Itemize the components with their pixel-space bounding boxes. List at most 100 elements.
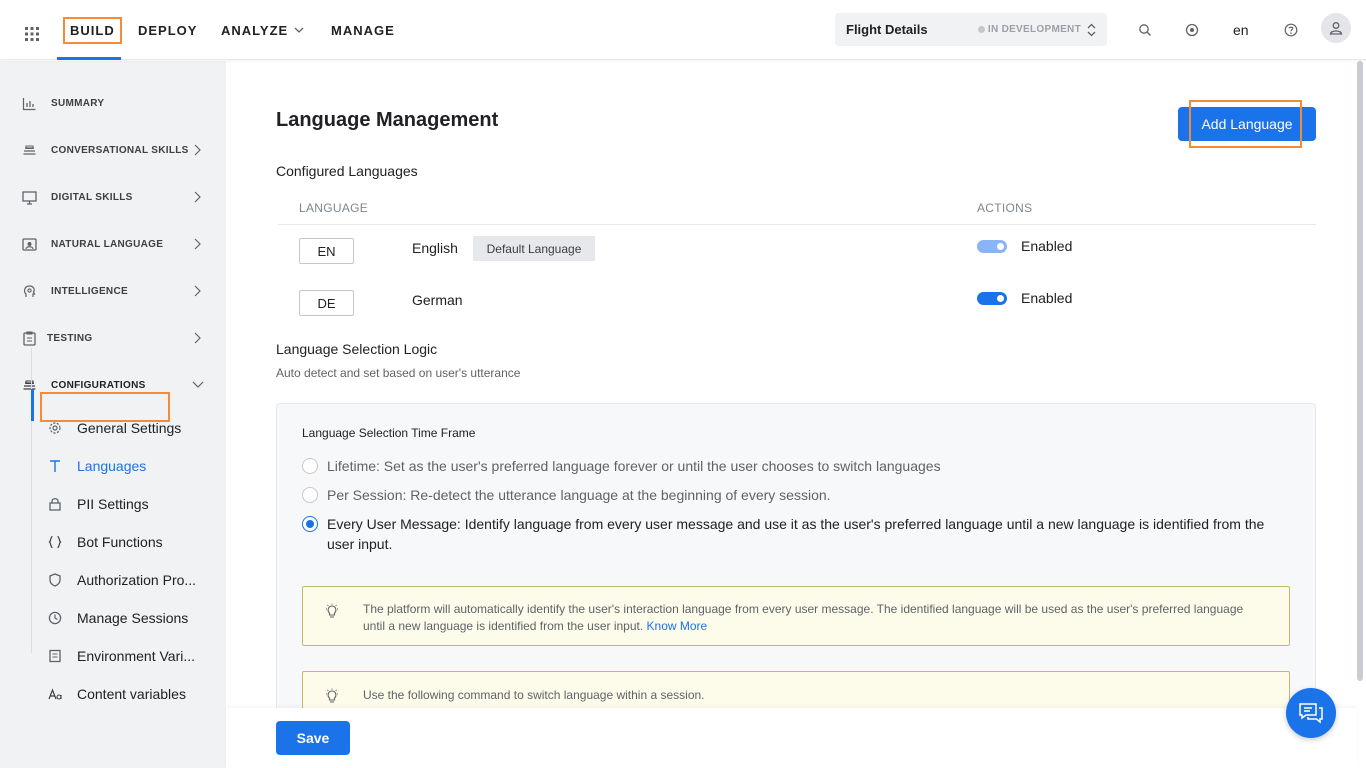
toggle-knob [997,295,1004,302]
chat-button[interactable] [1286,688,1336,738]
configured-languages-title: Configured Languages [276,163,418,179]
save-button[interactable]: Save [276,721,350,755]
chevron-right-icon [194,332,201,344]
sidebar-item-manage-sessions[interactable]: Manage Sessions [40,603,226,633]
sort-chevron-icon [1087,23,1096,36]
search-icon[interactable] [1138,23,1152,37]
sidebar-item-conversational-skills[interactable]: CONVERSATIONAL SKILLS [0,135,226,165]
avatar[interactable] [1321,13,1351,43]
apps-grid-icon[interactable] [25,27,39,41]
lock-icon [49,498,61,511]
page-title: Language Management [276,109,499,131]
nav-manage[interactable]: MANAGE [331,0,395,60]
sidebar-item-pii-settings[interactable]: PII Settings [40,489,226,519]
radio-lifetime[interactable] [302,458,318,474]
user-icon [1329,22,1343,35]
language-code-badge: EN [299,238,354,264]
document-icon [49,649,61,663]
toggle-status-label: Enabled [1021,290,1073,306]
footer-bar [226,708,1357,768]
shield-icon [49,573,61,587]
language-toggle-german[interactable] [977,292,1007,305]
chevron-right-icon [194,191,201,203]
nav-build[interactable]: BUILD [63,0,122,60]
sidebar-item-label: Authorization Pro... [77,572,197,588]
scrollbar[interactable] [1357,61,1363,681]
sidebar-item-summary[interactable]: SUMMARY [0,88,226,118]
time-frame-card [276,403,1316,713]
language-code-badge: DE [299,290,354,316]
status-dot [977,26,985,33]
brain-icon [23,285,36,297]
highlight-box [40,392,170,422]
chevron-down-icon [294,27,304,33]
sidebar-item-label: Content variables [77,686,186,702]
note-text: Use the following command to switch lang… [363,688,705,702]
default-language-badge: Default Language [473,236,595,261]
sidebar-item-label: CONFIGURATIONS [51,380,146,391]
sidebar-item-testing[interactable]: TESTING [0,323,226,353]
font-icon [48,688,62,700]
active-item-indicator [31,389,34,421]
time-frame-title: Language Selection Time Frame [302,426,476,440]
lightbulb-icon [326,688,338,703]
radio-label-lifetime: Lifetime: Set as the user's preferred la… [327,458,941,474]
sidebar-item-label: Environment Vari... [77,648,196,664]
text-icon [50,460,60,472]
sidebar-item-label: Languages [77,458,147,474]
target-icon[interactable] [1185,23,1199,37]
highlight-box [1189,100,1302,148]
nav-deploy[interactable]: DEPLOY [138,0,197,60]
help-icon[interactable] [1284,23,1298,37]
nav-build-label: BUILD [63,16,122,44]
sidebar-item-label: DIGITAL SKILLS [51,192,133,203]
layers-icon [23,145,36,155]
sidebar-item-authorization-profiles[interactable]: Authorization Pro... [40,565,226,595]
monitor-icon [22,191,37,205]
column-header-language: LANGUAGE [299,201,369,215]
column-header-actions: ACTIONS [977,201,1033,215]
layers-icon [23,380,36,390]
bar-chart-icon [22,98,36,111]
clock-icon [48,611,62,625]
sidebar-item-languages[interactable]: Languages [40,451,226,481]
nav-analyze-label: ANALYZE [221,22,289,38]
lightbulb-icon [326,603,338,618]
language-selection-logic-title: Language Selection Logic [276,341,438,357]
bot-name: Flight Details [846,22,928,37]
clipboard-icon [23,331,36,346]
chevron-right-icon [194,285,201,297]
radio-every-user-message[interactable] [302,516,318,532]
sidebar-item-digital-skills[interactable]: DIGITAL SKILLS [0,182,226,212]
sidebar-item-bot-functions[interactable]: Bot Functions [40,527,226,557]
info-note: The platform will automatically identify… [302,586,1290,646]
braces-icon [48,535,62,549]
sidebar-item-label: PII Settings [77,496,149,512]
toggle-knob [997,243,1004,250]
language-name: English [412,240,458,256]
chat-icon [1299,703,1323,724]
radio-label-per-session: Per Session: Re-detect the utterance lan… [327,487,831,503]
chevron-right-icon [194,238,201,250]
nav-active-indicator [57,57,121,60]
language-switcher[interactable]: en [1233,22,1249,38]
toggle-status-label: Enabled [1021,238,1073,254]
chevron-right-icon [194,144,201,156]
sidebar-item-label: CONVERSATIONAL SKILLS [51,145,189,156]
sidebar-item-label: Manage Sessions [77,610,189,626]
bot-selector[interactable]: Flight Details IN DEVELOPMENT [835,13,1107,46]
sidebar-item-label: INTELLIGENCE [51,286,128,297]
gear-icon [49,422,61,434]
nav-analyze[interactable]: ANALYZE [221,0,304,60]
know-more-link[interactable]: Know More [647,619,708,633]
sidebar-item-content-variables[interactable]: Content variables [40,679,226,709]
sidebar-item-label: SUMMARY [51,98,105,109]
language-selection-logic-subtitle: Auto detect and set based on user's utte… [276,366,521,380]
chevron-down-icon [192,381,204,388]
sidebar-item-natural-language[interactable]: NATURAL LANGUAGE [0,229,226,259]
sidebar-item-environment-variables[interactable]: Environment Vari... [40,641,226,671]
note-text: The platform will automatically identify… [363,602,1244,633]
language-toggle-english[interactable] [977,240,1007,253]
sidebar-item-intelligence[interactable]: INTELLIGENCE [0,276,226,306]
radio-per-session[interactable] [302,487,318,503]
